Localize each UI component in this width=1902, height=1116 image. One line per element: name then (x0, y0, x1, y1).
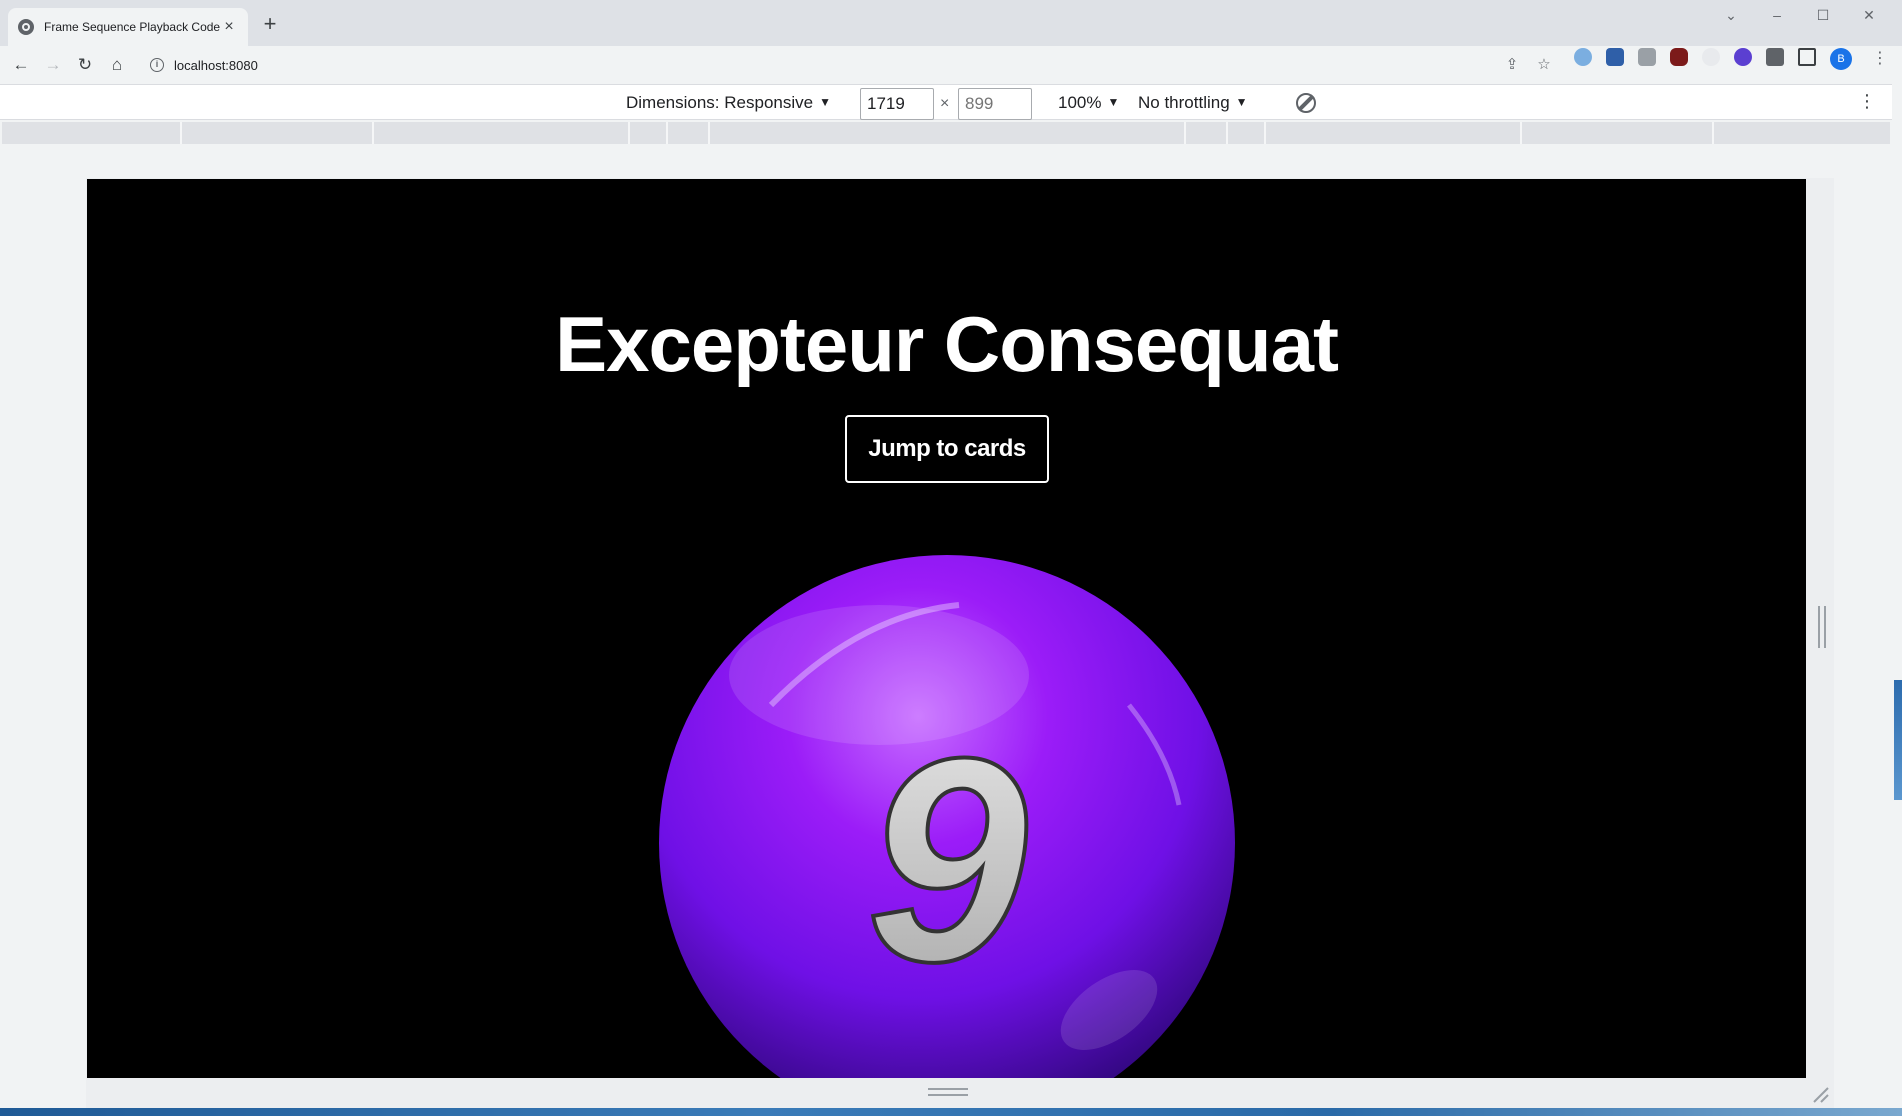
dimensions-label: Dimensions: Responsive (626, 93, 814, 112)
media-query-divider (666, 122, 668, 144)
forward-button[interactable]: → (40, 52, 66, 78)
profile-avatar[interactable]: B (1830, 48, 1852, 70)
tab-search-icon[interactable]: ⌄ (1716, 4, 1746, 26)
media-query-divider (372, 122, 374, 144)
media-query-divider (1184, 122, 1186, 144)
new-tab-button[interactable]: + (258, 12, 282, 36)
home-button[interactable]: ⌂ (104, 52, 130, 78)
throttling-label: No throttling (1138, 93, 1230, 112)
browser-window: Frame Sequence Playback Code × + ⌄ – ☐ ✕… (0, 0, 1902, 1108)
side-panel-icon[interactable] (1798, 48, 1816, 66)
times-symbol: × (940, 95, 950, 112)
media-query-divider (180, 122, 182, 144)
tab-title: Frame Sequence Playback Code (44, 20, 220, 34)
extension-icon[interactable] (1574, 48, 1592, 66)
device-toolbar-menu-icon[interactable]: ⋮ (1858, 91, 1876, 112)
jump-to-cards-button[interactable]: Jump to cards (845, 415, 1049, 483)
right-resize-handle[interactable] (1818, 606, 1826, 648)
site-info-icon[interactable]: i (150, 58, 164, 72)
ball-number: 9 (866, 698, 1029, 1022)
browser-tab[interactable]: Frame Sequence Playback Code × (8, 8, 248, 46)
ublock-icon[interactable] (1670, 48, 1688, 66)
page-title: Excepteur Consequat (555, 300, 1339, 388)
extension-icon[interactable] (1638, 48, 1656, 66)
media-query-bar[interactable] (2, 122, 1890, 144)
back-button[interactable]: ← (8, 52, 34, 78)
chevron-down-icon: ▼ (1107, 95, 1120, 109)
close-window-button[interactable]: ✕ (1854, 4, 1884, 26)
desktop-background (1894, 680, 1902, 800)
desktop-background (0, 1108, 1902, 1116)
media-query-divider (1226, 122, 1228, 144)
throttling-dropdown[interactable]: No throttling ▼ (1138, 93, 1248, 113)
media-query-divider (628, 122, 630, 144)
nine-ball-graphic: 9 (659, 555, 1235, 1078)
address-bar[interactable]: i localhost:8080 (142, 50, 1570, 80)
media-query-divider (1264, 122, 1266, 144)
emulated-page: Excepteur Consequat Jump to cards 9 (87, 179, 1806, 1078)
bookmark-star-icon[interactable]: ☆ (1534, 56, 1554, 74)
tab-strip: Frame Sequence Playback Code × + ⌄ – ☐ ✕ (0, 0, 1902, 46)
bottom-resize-handle[interactable] (928, 1088, 968, 1096)
extension-icon[interactable] (1606, 48, 1624, 66)
rotate-icon[interactable] (1296, 93, 1316, 113)
chevron-down-icon: ▼ (819, 95, 831, 109)
media-query-divider (708, 122, 710, 144)
billiard-ball-image: 9 (659, 555, 1235, 1078)
media-query-divider (1712, 122, 1714, 144)
zoom-label: 100% (1058, 93, 1102, 112)
url-text: localhost:8080 (174, 57, 258, 73)
chevron-down-icon: ▼ (1235, 95, 1248, 109)
chrome-menu-icon[interactable]: ⋮ (1872, 50, 1888, 70)
globe-icon (18, 19, 34, 35)
width-input[interactable] (860, 88, 934, 120)
minimize-button[interactable]: – (1762, 4, 1792, 26)
extension-icon[interactable] (1734, 48, 1752, 66)
maximize-button[interactable]: ☐ (1808, 4, 1838, 26)
reload-button[interactable]: ↻ (72, 52, 98, 78)
zoom-dropdown[interactable]: 100% ▼ (1058, 93, 1119, 113)
media-query-divider (1520, 122, 1522, 144)
extensions-puzzle-icon[interactable] (1766, 48, 1784, 66)
dimensions-dropdown[interactable]: Dimensions: Responsive ▼ (626, 93, 831, 113)
share-icon[interactable]: ⇪ (1502, 56, 1522, 74)
extension-icon[interactable] (1702, 48, 1720, 66)
device-toolbar: Dimensions: Responsive ▼ × 100% ▼ No throt… (0, 84, 1892, 120)
height-input[interactable] (958, 88, 1032, 120)
tab-close-icon[interactable]: × (220, 18, 238, 36)
corner-resize-handle[interactable] (1810, 1084, 1830, 1104)
